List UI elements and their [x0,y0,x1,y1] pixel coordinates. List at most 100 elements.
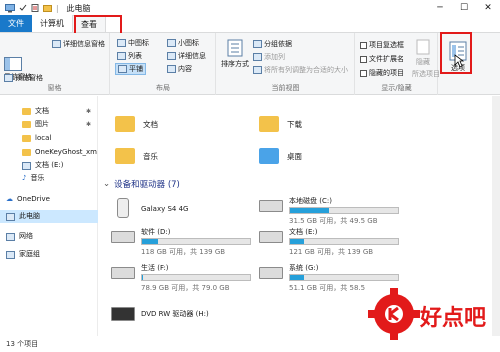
layout-group-label: 布局 [156,84,170,92]
sort-icon [227,39,243,57]
nav-item-music[interactable]: ♪ 音乐 [22,172,44,185]
group-by-button[interactable]: 分组依据 [253,39,292,49]
file-extensions-label: 文件扩展名 [369,55,404,63]
drive-galaxy[interactable]: Galaxy S4 4G [111,198,251,224]
hidden-items-toggle[interactable]: 隐藏的项目 [360,68,404,78]
layout-content[interactable]: 内容 [167,64,192,74]
item-checkboxes-toggle[interactable]: 项目复选框 [360,40,404,50]
drive-name: Galaxy S4 4G [141,205,189,213]
nav-item-this-pc[interactable]: 此电脑 [0,210,98,223]
drive-e[interactable]: 文档 (E:) 121 GB 可用，共 139 GB [259,227,399,257]
drive-icon [259,267,283,279]
drive-usage-bar [289,207,399,214]
drive-usage-bar [141,238,251,245]
drive-d[interactable]: 软件 (D:) 118 GB 可用，共 139 GB [111,227,251,257]
drive-h[interactable]: DVD RW 驱动器 (H:) [111,303,251,327]
folder-icon [22,121,31,128]
list-icon [117,52,126,60]
size-columns-icon [253,66,262,74]
tab-computer[interactable]: 计算机 [32,15,72,32]
nav-item-label: 音乐 [30,174,45,182]
document-icon[interactable] [31,4,39,12]
sort-by-button[interactable]: 排序方式 [221,39,249,69]
drive-icon [22,161,31,170]
drive-usage-fill [142,275,144,280]
library-label: 文档 [143,119,158,129]
chevron-down-icon: ⌄ [103,179,111,189]
details-icon [167,52,176,60]
library-documents[interactable]: 文档 [115,116,158,132]
preview-pane-button[interactable]: 预览窗格 [4,73,43,83]
library-desktop[interactable]: 桌面 [259,148,302,164]
pane-group: 导航窗格 预览窗格 详细信息窗格 窗格 [0,33,110,95]
layout-list[interactable]: 列表 [117,51,142,61]
size-columns-button[interactable]: 将所有列调整为合适的大小 [253,65,348,75]
nav-item-network[interactable]: 网络 [6,230,33,243]
file-extensions-toggle[interactable]: 文件扩展名 [360,54,404,64]
devices-section-header[interactable]: ⌄ 设备和驱动器 (7) [103,178,180,190]
homegroup-icon [6,250,15,259]
details-pane-button[interactable]: 详细信息窗格 [52,39,105,49]
library-label: 下载 [287,119,302,129]
dvd-drive-icon [111,307,135,321]
drive-name: 本地磁盘 (C:) [289,197,332,205]
nav-item-label: local [35,134,52,142]
drive-c[interactable]: 本地磁盘 (C:) 31.5 GB 可用，共 49.5 GB [259,196,399,226]
tiles-icon [118,65,127,73]
library-downloads[interactable]: 下载 [259,116,302,132]
desktop-folder-icon [259,148,279,164]
close-button[interactable]: ✕ [476,0,500,16]
computer-icon [5,3,15,12]
add-column-button[interactable]: 添加列 [253,52,285,62]
details-pane-label: 详细信息窗格 [63,40,105,48]
nav-item-onekeyghost[interactable]: OneKeyGhost_xm [22,146,97,159]
tab-file[interactable]: 文件 [0,15,32,32]
show-hide-group: 项目复选框 文件扩展名 隐藏的项目 隐藏 所选项目 显示/隐藏 [356,33,440,95]
nav-item-label: 家庭组 [19,250,40,258]
drive-space: 121 GB 可用，共 139 GB [289,248,374,256]
network-icon [6,232,15,241]
qa-separator: | [56,3,59,13]
nav-item-homegroup[interactable]: 家庭组 [6,248,40,261]
hidden-items-checkbox[interactable] [360,69,367,77]
show-hide-group-label: 显示/隐藏 [381,84,412,92]
nav-item-pictures[interactable]: 图片 [22,118,49,131]
pin-icon: ✱ [86,108,92,115]
folder-icon[interactable] [43,4,52,12]
windows-drive-icon [259,200,283,212]
pin-icon: ✱ [86,121,92,128]
layout-group: 中图标 小图标 列表 详细信息 平铺 内容 布局 [111,33,216,95]
size-columns-label: 将所有列调整为合适的大小 [264,66,348,74]
nav-item-label: 此电脑 [19,212,40,220]
options-highlight [440,32,472,74]
quick-access-toolbar: | [19,4,59,13]
nav-item-onedrive[interactable]: ☁ OneDrive [6,193,50,206]
hide-selected-button[interactable]: 隐藏 [416,39,430,67]
checkmark-icon[interactable] [19,4,27,12]
layout-medium-icons[interactable]: 中图标 [117,38,149,48]
layout-small-icons-label: 小图标 [178,39,199,47]
nav-item-label: 文档 (E:) [35,161,64,169]
nav-item-label: 网络 [19,232,33,240]
folder-icon [22,108,31,115]
layout-tiles[interactable]: 平铺 [115,63,146,75]
documents-folder-icon [115,116,135,132]
drive-name: DVD RW 驱动器 (H:) [141,310,209,318]
maximize-button[interactable]: ☐ [452,0,476,16]
nav-item-documents[interactable]: 文档 [22,105,49,118]
library-music[interactable]: 音乐 [115,148,158,164]
nav-item-label: 文档 [35,107,49,115]
layout-small-icons[interactable]: 小图标 [167,38,199,48]
drive-f[interactable]: 生活 (F:) 78.9 GB 可用，共 79.0 GB [111,263,251,293]
hide-label: 隐藏 [416,58,430,66]
layout-details[interactable]: 详细信息 [167,51,206,61]
nav-item-local[interactable]: local [22,132,51,145]
navigation-pane: 文档 ✱ 图片 ✱ local OneKeyGhost_xm 文档 (E:) ♪… [0,96,98,336]
music-icon: ♪ [22,174,27,182]
preview-pane-label: 预览窗格 [15,74,43,82]
item-checkboxes-checkbox[interactable] [360,41,367,49]
nav-item-drive-e[interactable]: 文档 (E:) [22,159,63,172]
minimize-button[interactable]: ─ [428,0,452,16]
file-extensions-checkbox[interactable] [360,55,367,63]
drive-usage-fill [290,275,305,280]
